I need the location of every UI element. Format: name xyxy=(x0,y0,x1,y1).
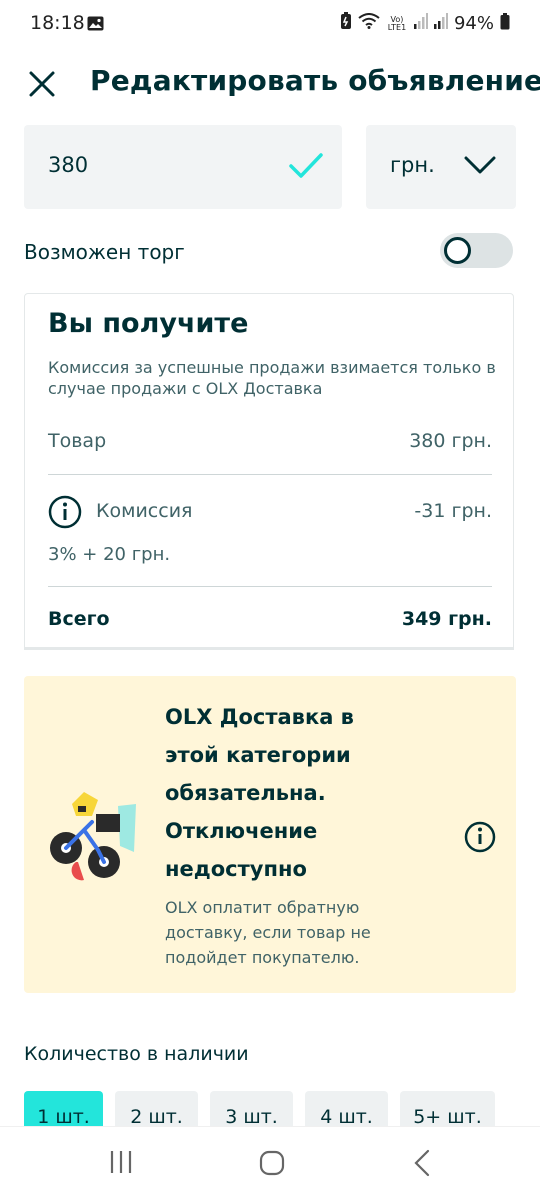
price-input[interactable]: 380 xyxy=(24,125,342,209)
divider xyxy=(48,586,492,587)
signal-icon-1 xyxy=(413,13,428,34)
promo-title: OLX Доставка в этой категории обязательн… xyxy=(165,705,354,881)
recent-apps-icon xyxy=(110,1151,132,1173)
promo-text: OLX оплатит обратную доставку, если това… xyxy=(165,898,371,967)
battery-percent: 94% xyxy=(453,13,494,34)
app-header: Редактировать объявление xyxy=(0,50,540,116)
commission-value: -31 грн. xyxy=(414,500,492,522)
status-time: 18:18 xyxy=(30,12,85,34)
commission-info-icon[interactable] xyxy=(48,495,82,533)
page-title: Редактировать объявление xyxy=(90,64,540,97)
delivery-promo: OLX Доставка в этой категории обязательн… xyxy=(24,676,516,993)
quantity-label: Количество в наличии xyxy=(24,1043,249,1065)
item-value: 380 грн. xyxy=(409,430,492,452)
currency-select[interactable]: грн. xyxy=(366,125,516,209)
delivery-illustration xyxy=(48,786,148,895)
total-label: Всего xyxy=(48,608,110,630)
navigation-bar xyxy=(0,1126,540,1201)
total-value: 349 грн. xyxy=(401,608,492,630)
toggle-knob xyxy=(444,237,471,264)
status-bar: 18:18 Vo) LTE1 94% xyxy=(0,0,540,50)
chevron-down-icon xyxy=(464,155,496,179)
negotiable-label: Возможен торг xyxy=(24,240,185,264)
lte-indicator: Vo) LTE1 xyxy=(387,14,407,32)
home-icon xyxy=(259,1150,285,1176)
commission-formula: 3% + 20 грн. xyxy=(48,544,171,565)
wifi-icon xyxy=(358,13,380,34)
gallery-notification-icon xyxy=(87,16,104,35)
item-row: Товар 380 грн. xyxy=(48,430,492,452)
close-button[interactable] xyxy=(24,66,60,102)
close-icon xyxy=(29,71,55,97)
receive-card: Вы получите Комиссия за успешные продажи… xyxy=(24,293,514,650)
check-icon xyxy=(288,151,324,185)
recent-apps-button[interactable] xyxy=(108,1149,134,1179)
back-button[interactable] xyxy=(412,1149,432,1181)
receive-note: Комиссия за успешные продажи взимается т… xyxy=(48,358,496,398)
battery-saver-icon xyxy=(340,12,352,35)
battery-icon xyxy=(500,12,510,35)
price-value: 380 xyxy=(48,153,89,177)
signal-icon-2 xyxy=(433,13,448,34)
promo-info-icon[interactable] xyxy=(464,821,496,857)
home-button[interactable] xyxy=(258,1149,286,1181)
divider xyxy=(48,474,492,475)
receive-title: Вы получите xyxy=(48,308,249,339)
negotiable-toggle[interactable] xyxy=(440,233,513,268)
item-label: Товар xyxy=(48,430,107,452)
commission-label: Комиссия xyxy=(96,500,193,522)
total-row: Всего 349 грн. xyxy=(48,608,492,630)
back-icon xyxy=(414,1149,430,1177)
currency-value: грн. xyxy=(390,153,435,177)
